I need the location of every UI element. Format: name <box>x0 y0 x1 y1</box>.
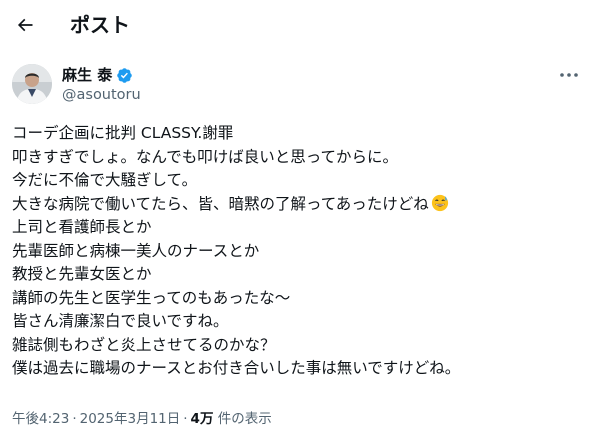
avatar-image <box>12 64 52 104</box>
post-detail-page: ポスト 麻生 泰 @asoutoru コーデ企画に批判 CLASSY.謝罪 叩き… <box>0 0 591 445</box>
page-header: ポスト <box>0 0 591 52</box>
author-name-row: 麻生 泰 <box>62 65 133 85</box>
meta-separator: · <box>183 411 188 427</box>
avatar[interactable] <box>12 64 52 104</box>
post-line: コーデ企画に批判 CLASSY.謝罪 <box>12 124 234 142</box>
post-line: 講師の先生と医学生ってのもあったな～ <box>12 288 291 307</box>
post-line: 叩きすぎでしょ。なんでも叩けば良いと思ってからに。 <box>12 147 398 166</box>
grinning-face-with-sweat-icon <box>431 194 449 212</box>
post-line: 皆さん清廉潔白で良いですね。 <box>12 312 229 330</box>
arrow-left-icon <box>17 18 33 32</box>
post-line: 雑誌側もわざと炎上させてるのかな？ <box>12 335 276 354</box>
meta-separator: · <box>72 411 77 427</box>
post-line: 今だに不倫で大騒ぎして。 <box>12 171 198 189</box>
post-text: コーデ企画に批判 CLASSY.謝罪 叩きすぎでしょ。なんでも叩けば良いと思って… <box>12 122 582 381</box>
back-button[interactable] <box>8 8 42 42</box>
post-line: 先輩医師と病棟一美人のナースとか <box>12 241 260 260</box>
post-meta: 午後4:23 · 2025年3月11日 · 4万 件の表示 <box>12 409 272 429</box>
views-label: 件の表示 <box>217 411 272 427</box>
post-time[interactable]: 午後4:23 <box>12 411 69 427</box>
author-name[interactable]: 麻生 泰 <box>62 65 112 85</box>
verified-badge-icon <box>117 67 132 83</box>
page-title: ポスト <box>70 13 130 37</box>
post-line: 教授と先輩女医とか <box>12 265 152 283</box>
post-line-text: 大きな病院で働いてたら、皆、暗黙の了解ってあったけどね <box>12 194 429 213</box>
author-handle[interactable]: @asoutoru <box>62 86 141 105</box>
more-options-button[interactable] <box>556 64 582 86</box>
post-line: 上司と看護師長とか <box>12 218 152 236</box>
more-horizontal-icon <box>560 73 578 77</box>
views-count: 4万 <box>190 411 214 427</box>
post-line: 僕は過去に職場のナースとお付き合いした事は無いですけどね。 <box>12 359 461 377</box>
post-date[interactable]: 2025年3月11日 <box>80 411 181 427</box>
post-line-with-emoji: 大きな病院で働いてたら、皆、暗黙の了解ってあったけどね <box>12 193 582 217</box>
